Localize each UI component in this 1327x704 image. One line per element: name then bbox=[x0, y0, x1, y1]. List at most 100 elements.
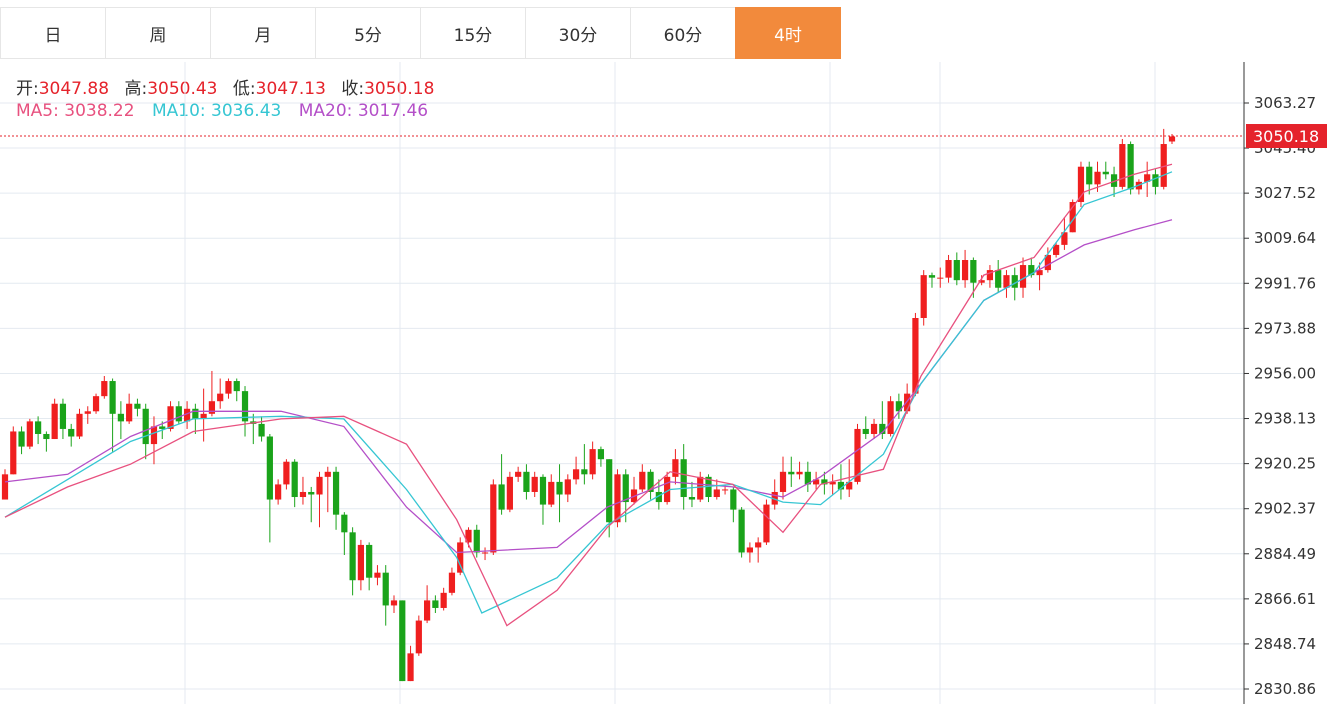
candle-body bbox=[1094, 171, 1101, 185]
candle-body bbox=[738, 509, 745, 553]
y-tick-label: 2956.00 bbox=[1254, 364, 1316, 382]
candle-body bbox=[109, 381, 116, 414]
candle-body bbox=[357, 544, 364, 581]
y-tick-label: 2866.61 bbox=[1254, 590, 1316, 608]
candle-body bbox=[382, 572, 389, 606]
candle-body bbox=[150, 426, 158, 445]
y-tick-label: 2973.88 bbox=[1254, 319, 1316, 337]
candle-body bbox=[341, 514, 348, 533]
candle-body bbox=[572, 469, 580, 480]
y-tick-label: 3009.64 bbox=[1254, 229, 1316, 247]
candle-body bbox=[159, 426, 166, 429]
candle-body bbox=[390, 600, 398, 606]
candle-body bbox=[490, 484, 497, 553]
candle-body bbox=[1019, 265, 1027, 288]
candle-body bbox=[35, 421, 42, 434]
candle-body bbox=[589, 449, 596, 475]
candle-body bbox=[713, 489, 720, 498]
candle-body bbox=[622, 474, 629, 503]
candle-body bbox=[76, 413, 83, 437]
candle-body bbox=[26, 421, 33, 447]
y-tick-label: 3027.52 bbox=[1254, 184, 1316, 202]
candle-body bbox=[374, 572, 381, 578]
candle-body bbox=[473, 529, 480, 553]
candle-body bbox=[126, 403, 133, 422]
candle-body bbox=[43, 433, 50, 440]
candle-body bbox=[1152, 174, 1159, 187]
y-tick-label: 3063.27 bbox=[1254, 94, 1316, 112]
candle-body bbox=[672, 459, 679, 477]
candle-body bbox=[258, 423, 265, 437]
candle-body bbox=[937, 277, 944, 279]
candle-body bbox=[332, 471, 340, 515]
candle-body bbox=[597, 449, 605, 460]
ma5-line bbox=[4, 163, 1173, 627]
candle-body bbox=[920, 275, 927, 319]
candle-body bbox=[142, 408, 149, 445]
candle-body bbox=[101, 381, 108, 397]
candle-body bbox=[68, 428, 75, 437]
y-tick-label: 2991.76 bbox=[1254, 274, 1316, 292]
candle-body bbox=[481, 552, 489, 554]
candle-body bbox=[407, 653, 414, 682]
candle-body bbox=[531, 476, 538, 492]
candle-body bbox=[763, 504, 770, 543]
candle-body bbox=[606, 459, 613, 523]
candle-body bbox=[92, 396, 100, 412]
candle-body bbox=[779, 471, 787, 492]
candle-body bbox=[424, 600, 431, 621]
candle-body bbox=[1119, 144, 1126, 187]
candle-body bbox=[515, 471, 522, 477]
ma20-line bbox=[4, 219, 1173, 554]
candle-body bbox=[953, 260, 960, 281]
candle-body bbox=[730, 489, 737, 510]
candle-body bbox=[266, 436, 273, 500]
candle-body bbox=[291, 461, 298, 498]
candlestick-chart[interactable]: 3063.273045.403027.523009.642991.762973.… bbox=[0, 0, 1327, 704]
candle-body bbox=[498, 484, 505, 510]
candle-body bbox=[564, 479, 571, 495]
candle-body bbox=[1086, 166, 1093, 185]
candle-body bbox=[788, 471, 795, 475]
candle-body bbox=[506, 476, 513, 510]
candle-body bbox=[366, 544, 373, 578]
candle-body bbox=[324, 471, 331, 477]
candle-body bbox=[457, 542, 464, 573]
y-tick-label: 2884.49 bbox=[1254, 545, 1316, 563]
candle-body bbox=[448, 572, 456, 593]
candle-body bbox=[945, 260, 952, 278]
candle-body bbox=[548, 481, 555, 505]
candle-body bbox=[680, 459, 687, 498]
candle-body bbox=[10, 431, 17, 475]
candle-body bbox=[299, 491, 307, 498]
candle-body bbox=[192, 408, 199, 419]
candle-body bbox=[432, 600, 439, 608]
candle-body bbox=[59, 403, 67, 429]
candle-body bbox=[316, 476, 323, 495]
candle-body bbox=[51, 403, 58, 440]
candle-body bbox=[539, 476, 547, 505]
candle-body bbox=[556, 481, 563, 495]
candle-body bbox=[440, 592, 447, 608]
candle-body bbox=[399, 600, 406, 682]
candle-body bbox=[1102, 171, 1109, 175]
candle-body bbox=[167, 406, 174, 429]
candle-body bbox=[134, 403, 141, 409]
candle-body bbox=[308, 491, 315, 495]
candle-body bbox=[912, 318, 919, 394]
candle-body bbox=[1168, 136, 1176, 142]
candle-body bbox=[349, 532, 356, 581]
candle-body bbox=[970, 260, 977, 283]
candle-body bbox=[18, 431, 25, 447]
candle-body bbox=[796, 471, 803, 475]
candle-body bbox=[523, 471, 530, 492]
candle-body bbox=[870, 423, 878, 434]
candle-body bbox=[1127, 144, 1134, 190]
candle-body bbox=[1, 474, 9, 500]
candle-body bbox=[275, 484, 282, 500]
candle-body bbox=[217, 393, 224, 402]
candle-body bbox=[225, 381, 232, 394]
y-tick-label: 2902.37 bbox=[1254, 500, 1316, 518]
candle-body bbox=[581, 469, 588, 475]
candle-body bbox=[688, 497, 696, 500]
